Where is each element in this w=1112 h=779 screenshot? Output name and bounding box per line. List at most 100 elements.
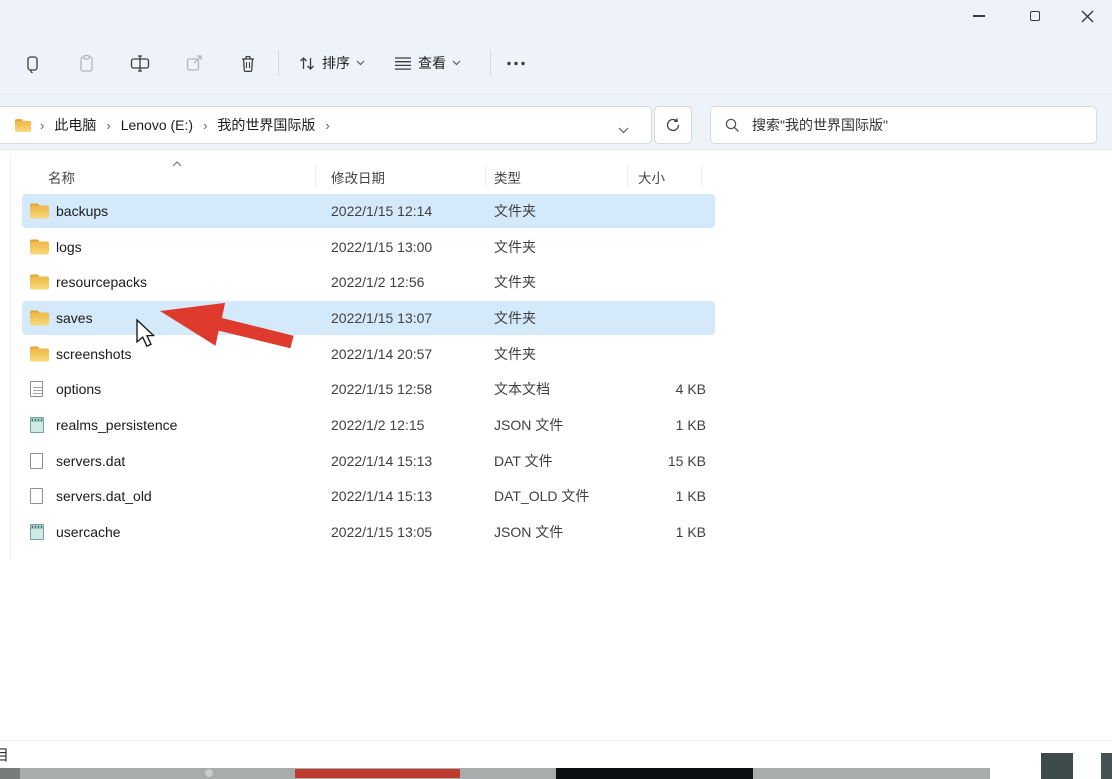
file-type: JSON 文件 bbox=[494, 522, 563, 542]
item-count-text: 目 bbox=[0, 744, 9, 765]
folder-icon bbox=[30, 275, 49, 290]
breadcrumb-item-drive[interactable]: Lenovo (E:) bbox=[117, 117, 197, 133]
file-type: 文本文档 bbox=[494, 379, 550, 399]
breadcrumb-item-folder[interactable]: 我的世界国际版 bbox=[213, 115, 319, 135]
chevron-down-icon bbox=[452, 60, 461, 66]
toolbar-separator bbox=[278, 50, 279, 76]
close-icon bbox=[1081, 10, 1094, 23]
player-knob bbox=[205, 769, 213, 777]
file-list: backups 2022/1/15 12:14 文件夹 logs 2022/1/… bbox=[0, 193, 1112, 550]
table-row[interactable]: resourcepacks 2022/1/2 12:56 文件夹 bbox=[0, 264, 1112, 300]
file-date: 2022/1/15 12:14 bbox=[331, 203, 432, 219]
sort-icon bbox=[298, 55, 316, 72]
search-input[interactable]: 搜索"我的世界国际版" bbox=[710, 106, 1097, 144]
address-row: › 此电脑 › Lenovo (E:) › 我的世界国际版 › 搜索"我的世界国… bbox=[0, 94, 1112, 150]
table-row[interactable]: servers.dat 2022/1/14 15:13 DAT 文件 15 KB bbox=[0, 443, 1112, 479]
file-name: servers.dat_old bbox=[56, 488, 152, 504]
folder-icon bbox=[30, 203, 49, 218]
thumbnail-block bbox=[1041, 753, 1073, 779]
maximize-button[interactable] bbox=[1018, 4, 1052, 28]
share-button[interactable] bbox=[176, 44, 212, 82]
file-size: 1 KB bbox=[618, 417, 706, 433]
strip-segment bbox=[20, 768, 556, 779]
file-type: 文件夹 bbox=[494, 237, 536, 257]
table-row[interactable]: logs 2022/1/15 13:00 文件夹 bbox=[0, 229, 1112, 265]
folder-icon bbox=[15, 119, 31, 132]
file-name: screenshots bbox=[56, 346, 131, 362]
table-row[interactable]: realms_persistence 2022/1/2 12:15 JSON 文… bbox=[0, 407, 1112, 443]
more-button[interactable] bbox=[498, 44, 534, 82]
player-red-button bbox=[295, 769, 460, 778]
table-row[interactable]: usercache 2022/1/15 13:05 JSON 文件 1 KB bbox=[0, 514, 1112, 550]
file-name: backups bbox=[56, 203, 108, 219]
file-explorer-window: 排序 查看 › 此电脑 › Lenovo (E:) › 我的世界国际版 bbox=[0, 0, 1112, 779]
file-date: 2022/1/15 12:58 bbox=[331, 381, 432, 397]
file-date: 2022/1/15 13:07 bbox=[331, 310, 432, 326]
breadcrumb-separator: › bbox=[319, 118, 335, 133]
file-name: usercache bbox=[56, 524, 121, 540]
minimize-button[interactable] bbox=[962, 4, 996, 28]
rename-icon bbox=[130, 54, 150, 73]
maximize-icon bbox=[1030, 11, 1040, 21]
json-file-icon bbox=[30, 417, 44, 433]
refresh-button[interactable] bbox=[654, 106, 692, 144]
table-row[interactable]: options 2022/1/15 12:58 文本文档 4 KB bbox=[0, 371, 1112, 407]
file-size: 1 KB bbox=[618, 488, 706, 504]
delete-button[interactable] bbox=[230, 44, 266, 82]
search-icon bbox=[725, 118, 740, 133]
view-button[interactable]: 查看 bbox=[386, 44, 469, 82]
chevron-down-icon bbox=[356, 60, 365, 66]
column-separator[interactable] bbox=[701, 165, 702, 187]
rename-button[interactable] bbox=[122, 44, 158, 82]
column-header-date[interactable]: 修改日期 bbox=[331, 167, 385, 187]
dat-file-icon bbox=[30, 488, 43, 504]
minimize-icon bbox=[973, 15, 985, 17]
search-placeholder: 搜索"我的世界国际版" bbox=[752, 115, 888, 135]
column-headers: 名称 修改日期 类型 大小 bbox=[0, 159, 1112, 193]
column-header-type[interactable]: 类型 bbox=[494, 167, 521, 187]
file-date: 2022/1/15 13:00 bbox=[331, 239, 432, 255]
sort-button[interactable]: 排序 bbox=[290, 44, 373, 82]
file-date: 2022/1/2 12:15 bbox=[331, 417, 424, 433]
strip-segment bbox=[753, 768, 990, 779]
address-dropdown-button[interactable] bbox=[618, 121, 629, 139]
column-separator[interactable] bbox=[485, 165, 486, 187]
strip-segment bbox=[0, 768, 20, 779]
breadcrumb-separator: › bbox=[34, 118, 50, 133]
file-size: 1 KB bbox=[618, 524, 706, 540]
view-label: 查看 bbox=[418, 53, 446, 73]
view-icon bbox=[394, 56, 412, 71]
file-type: 文件夹 bbox=[494, 272, 536, 292]
chevron-down-icon bbox=[618, 127, 629, 134]
sort-ascending-icon bbox=[172, 155, 182, 170]
file-name: saves bbox=[56, 310, 93, 326]
file-type: DAT_OLD 文件 bbox=[494, 486, 589, 506]
file-name: servers.dat bbox=[56, 453, 125, 469]
table-row[interactable]: servers.dat_old 2022/1/14 15:13 DAT_OLD … bbox=[0, 479, 1112, 515]
copy-button[interactable] bbox=[14, 44, 50, 82]
table-row[interactable]: backups 2022/1/15 12:14 文件夹 bbox=[0, 193, 1112, 229]
file-type: 文件夹 bbox=[494, 201, 536, 221]
file-size: 15 KB bbox=[618, 453, 706, 469]
address-bar[interactable]: › 此电脑 › Lenovo (E:) › 我的世界国际版 › bbox=[0, 106, 652, 144]
column-header-size[interactable]: 大小 bbox=[638, 167, 665, 187]
thumbnail-block bbox=[1101, 753, 1112, 779]
table-row[interactable]: saves 2022/1/15 13:07 文件夹 bbox=[0, 300, 1112, 336]
share-icon bbox=[185, 54, 204, 73]
column-header-name[interactable]: 名称 bbox=[48, 167, 75, 187]
table-row[interactable]: screenshots 2022/1/14 20:57 文件夹 bbox=[0, 336, 1112, 372]
file-name: options bbox=[56, 381, 101, 397]
paste-button[interactable] bbox=[68, 44, 104, 82]
file-type: 文件夹 bbox=[494, 308, 536, 328]
file-type: DAT 文件 bbox=[494, 451, 553, 471]
close-button[interactable] bbox=[1070, 4, 1104, 28]
column-separator[interactable] bbox=[627, 165, 628, 187]
column-separator[interactable] bbox=[315, 165, 316, 187]
dat-file-icon bbox=[30, 453, 43, 469]
titlebar[interactable] bbox=[0, 0, 1112, 30]
status-bar: 目 bbox=[0, 740, 1112, 768]
file-size: 4 KB bbox=[618, 381, 706, 397]
file-date: 2022/1/14 20:57 bbox=[331, 346, 432, 362]
folder-icon bbox=[30, 346, 49, 361]
breadcrumb-item-this-pc[interactable]: 此电脑 bbox=[50, 115, 100, 135]
